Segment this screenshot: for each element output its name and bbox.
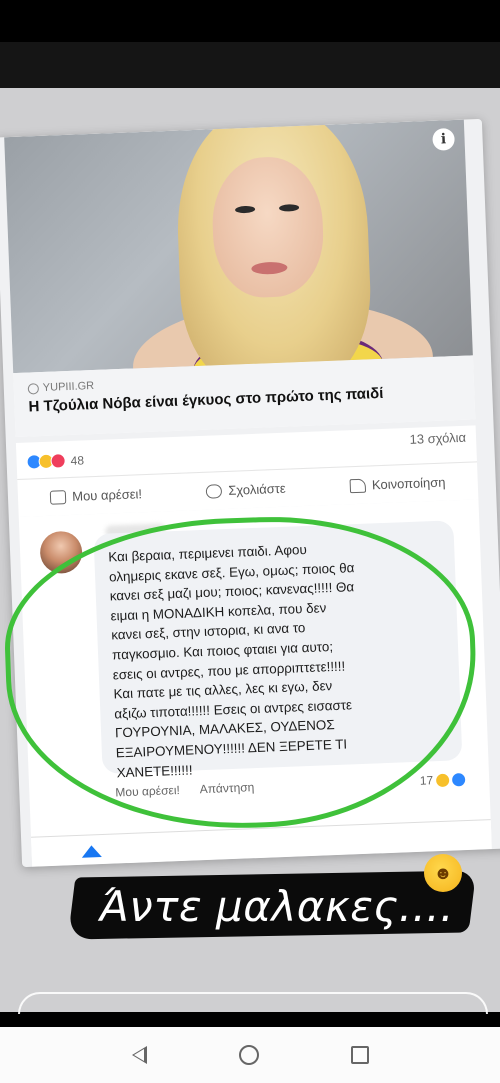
like-button[interactable]: Μου αρέσει! xyxy=(49,486,143,505)
status-bar xyxy=(0,0,500,46)
preview-photo: i xyxy=(4,119,473,374)
comment-text: Και βεραια, περιμενει παιδι. Αφου ολημερ… xyxy=(108,541,355,780)
comment-bubble: Και βεραια, περιμενει παιδι. Αφου ολημερ… xyxy=(93,520,463,780)
source-domain: YUPIII.GR xyxy=(42,379,95,394)
recent-apps-icon[interactable] xyxy=(350,1046,369,1064)
comment-count[interactable]: 13 σχόλια xyxy=(409,430,466,447)
comment-button[interactable]: Σχολιάστε xyxy=(206,481,286,499)
story-viewer[interactable]: i YUPIII.GR Η Τζούλια Νόβα είναι έγκυος … xyxy=(0,42,500,1072)
love-reaction-icon xyxy=(50,453,66,469)
facebook-post-screenshot: i YUPIII.GR Η Τζούλια Νόβα είναι έγκυος … xyxy=(0,118,500,868)
like-label: Μου αρέσει! xyxy=(71,486,143,504)
comment-reply-button[interactable]: Απάντηση xyxy=(200,780,255,796)
link-preview[interactable]: i YUPIII.GR Η Τζούλια Νόβα είναι έγκυος … xyxy=(4,119,476,438)
story-caption-sticker: Άντε μαλακες.... ☻ xyxy=(67,854,477,944)
share-label: Κοινοποίηση xyxy=(371,474,446,493)
comment-section: Και βεραια, περιμενει παιδι. Αφου ολημερ… xyxy=(18,499,492,857)
share-arrow-icon xyxy=(349,478,367,493)
comment-reaction-count: 17 xyxy=(419,773,434,788)
reaction-summary[interactable]: 48 xyxy=(26,452,85,470)
share-button[interactable]: Κοινοποίηση xyxy=(349,474,446,494)
laughing-emoji-icon: ☻ xyxy=(424,854,462,892)
story-caption: Άντε μαλακες.... xyxy=(100,882,454,931)
comment-label: Σχολιάστε xyxy=(228,480,286,498)
home-tab-icon[interactable] xyxy=(81,845,102,858)
like-reaction-icon xyxy=(451,772,466,787)
thumbs-up-icon xyxy=(49,489,67,505)
info-icon[interactable]: i xyxy=(432,127,455,151)
back-icon[interactable] xyxy=(131,1046,147,1064)
globe-icon xyxy=(27,382,40,395)
comment-bubble-icon xyxy=(206,483,223,499)
haha-reaction-icon xyxy=(435,773,450,787)
home-icon[interactable] xyxy=(238,1045,259,1065)
comment-reactions[interactable]: 17 xyxy=(420,772,466,788)
avatar[interactable] xyxy=(39,530,83,575)
reply-bar-outline[interactable] xyxy=(18,992,488,1014)
android-navigation-bar xyxy=(0,1027,500,1083)
reaction-count: 48 xyxy=(70,452,85,468)
comment-like-button[interactable]: Μου αρέσει! xyxy=(115,783,180,799)
